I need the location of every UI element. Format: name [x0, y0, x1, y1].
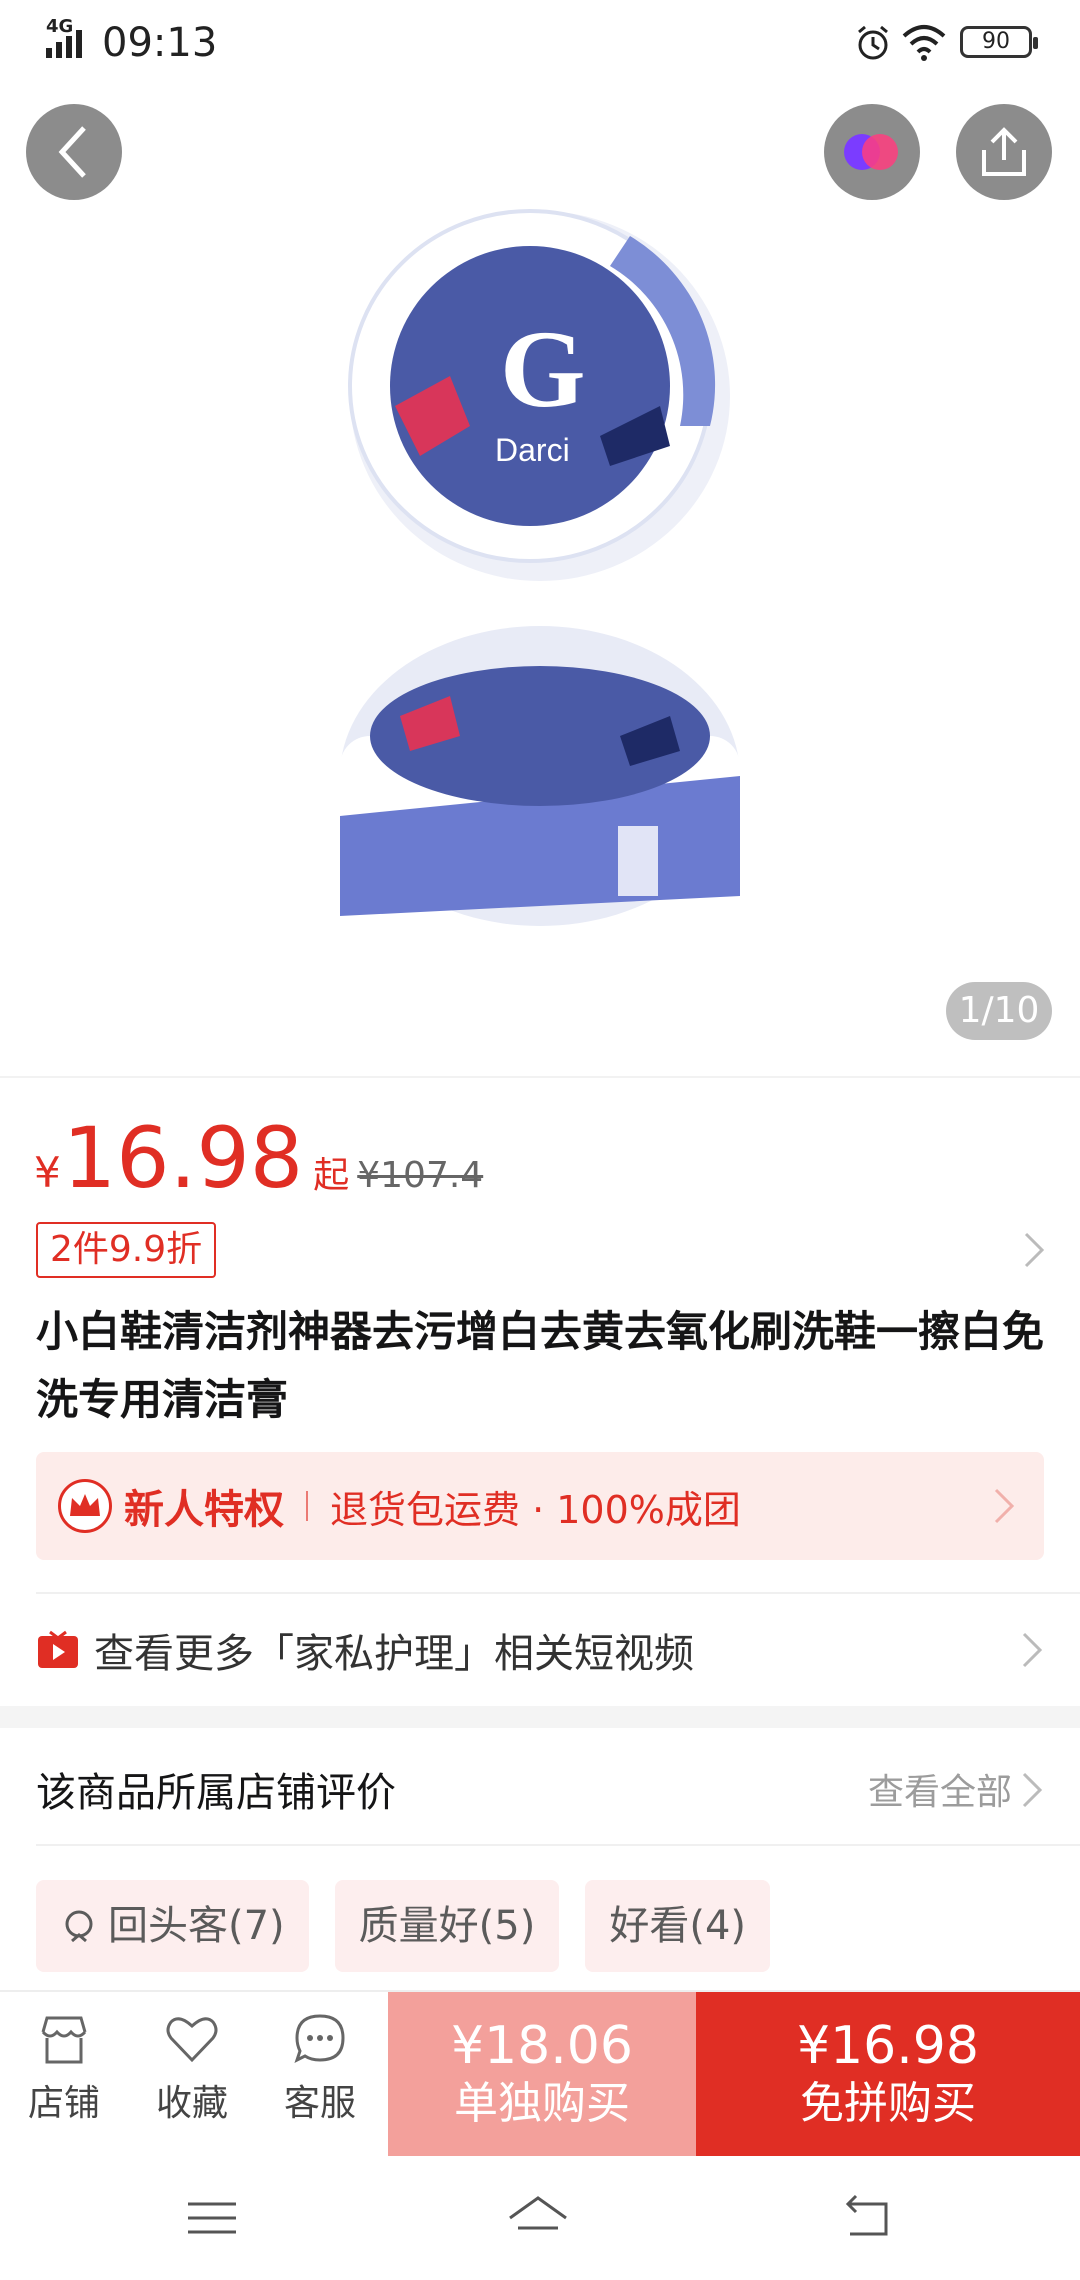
solo-price: ¥18.06: [451, 2016, 633, 2076]
row-divider: [36, 1844, 1080, 1846]
perk-label: 新人特权: [124, 1487, 284, 1533]
review-tag-label: 质量好(5): [358, 1903, 536, 1949]
brand-logo-icon: [844, 134, 898, 170]
back-nav-icon[interactable]: [834, 2190, 898, 2246]
wifi-icon: [902, 25, 946, 61]
original-price: ¥107.4: [357, 1155, 484, 1196]
product-title: 小白鞋清洁剂神器去污增白去黄去氧化刷洗鞋一擦白免洗专用清洁膏: [36, 1307, 1045, 1424]
section-gap: [0, 1706, 1080, 1728]
chevron-right-icon: [994, 1488, 1015, 1524]
buy-alone-button[interactable]: ¥18.06 单独购买: [388, 1992, 696, 2156]
svg-text:Darci: Darci: [495, 432, 570, 468]
status-bar: 4G 09:13 90: [0, 0, 1080, 86]
bottom-action-bar: 店铺 收藏 客服 ¥18.06 单独购买 ¥16.98 免拼购买: [0, 1990, 1080, 2156]
customer-service-button[interactable]: 客服: [260, 2010, 380, 2140]
clock: 09:13: [102, 20, 218, 66]
alarm-icon: [858, 25, 888, 60]
chevron-right-icon: [1022, 1632, 1043, 1668]
currency-symbol: ¥: [34, 1148, 61, 1197]
group-label: 免拼购买: [800, 2078, 976, 2129]
store-reviews-header: 该商品所属店铺评价 查看全部: [36, 1754, 1046, 1824]
review-tag[interactable]: 质量好(5): [334, 1880, 560, 1972]
back-arrow-icon: [58, 126, 86, 178]
signal-icon: [46, 30, 82, 58]
related-videos-row[interactable]: 查看更多「家私护理」相关短视频: [36, 1610, 1046, 1690]
solo-label: 单独购买: [454, 2078, 630, 2129]
favorite-button[interactable]: 收藏: [132, 2010, 252, 2140]
discount-tag[interactable]: 2件9.9折: [36, 1222, 217, 1278]
current-price: 16.98: [62, 1109, 304, 1207]
video-icon: [38, 1630, 78, 1668]
menu-icon[interactable]: [180, 2190, 244, 2246]
svg-text:G: G: [500, 308, 586, 430]
battery-icon: 90: [960, 26, 1038, 58]
share-button[interactable]: [956, 104, 1052, 200]
share-icon: [982, 127, 1026, 176]
brand-button[interactable]: [824, 104, 920, 200]
related-videos-label: 查看更多「家私护理」相关短视频: [94, 1631, 694, 1677]
review-tag[interactable]: 回头客(7): [36, 1880, 309, 1972]
back-button[interactable]: [26, 104, 122, 200]
system-nav-bar: [0, 2156, 1080, 2280]
review-tag[interactable]: 好看(4): [585, 1880, 771, 1972]
perk-text: 退货包运费 · 100%成团: [330, 1487, 741, 1532]
image-counter: 1/10: [946, 982, 1052, 1040]
favorite-label: 收藏: [155, 2083, 228, 2124]
reviews-title: 该商品所属店铺评价: [36, 1770, 396, 1816]
repeat-customer-icon: [65, 1910, 93, 1943]
row-divider: [36, 1592, 1080, 1594]
review-tag-label: 好看(4): [609, 1903, 747, 1949]
chat-icon: [294, 2014, 345, 2063]
perk-separator: [306, 1491, 308, 1521]
chevron-right-icon[interactable]: [1020, 1230, 1050, 1270]
chevron-right-icon[interactable]: [1020, 1770, 1046, 1810]
store-label: 店铺: [27, 2083, 100, 2124]
store-icon: [41, 2016, 87, 2064]
group-price: ¥16.98: [797, 2016, 979, 2076]
review-tag-label: 回头客(7): [108, 1903, 285, 1949]
review-tags: 回头客(7) 质量好(5) 好看(4): [36, 1880, 796, 1972]
price-row: ¥ 16.98 起 ¥107.4: [34, 1116, 483, 1206]
view-all-reviews-link[interactable]: 查看全部: [868, 1763, 1012, 1815]
section-divider: [0, 1076, 1080, 1078]
price-suffix: 起: [313, 1155, 350, 1196]
product-gallery[interactable]: G Darci 1/10: [0, 86, 1080, 1076]
crown-icon: [58, 1479, 112, 1533]
new-user-perks[interactable]: 新人特权 退货包运费 · 100%成团: [36, 1452, 1044, 1560]
service-label: 客服: [283, 2083, 356, 2124]
home-icon[interactable]: [506, 2190, 570, 2246]
product-image: G Darci: [340, 209, 740, 926]
heart-icon: [166, 2017, 218, 2063]
store-button[interactable]: 店铺: [4, 2010, 124, 2140]
buy-direct-button[interactable]: ¥16.98 免拼购买: [696, 1992, 1080, 2156]
